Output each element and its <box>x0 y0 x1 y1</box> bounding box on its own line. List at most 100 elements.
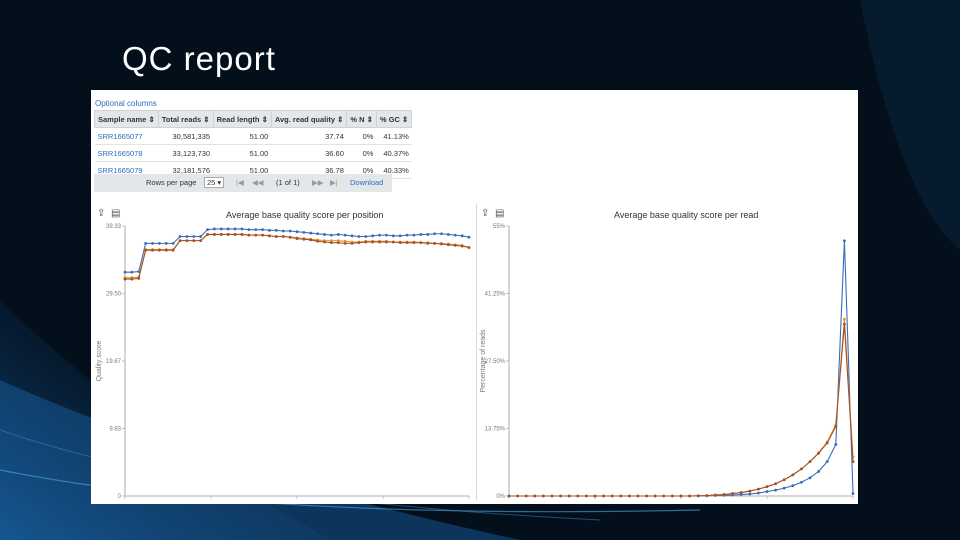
cell-percent-n: 0% <box>346 127 377 145</box>
series-line <box>509 240 854 497</box>
data-point <box>834 424 838 428</box>
data-point <box>731 492 734 495</box>
data-point <box>576 494 580 498</box>
data-point <box>460 234 464 238</box>
series-line <box>125 233 470 280</box>
data-point <box>323 233 326 236</box>
table-header-row: Sample name ⇕ Total reads ⇕ Read length … <box>94 110 413 128</box>
data-icon[interactable]: ▤ <box>111 208 120 219</box>
data-point <box>330 233 333 237</box>
data-point <box>817 470 820 473</box>
data-point <box>357 241 361 245</box>
y-tick-label: 41.25% <box>485 292 506 298</box>
y-tick-label: 9.83 <box>109 427 121 433</box>
data-point <box>336 241 340 245</box>
data-point <box>419 233 423 236</box>
chart-title-per-position: Average base quality score per position <box>226 210 384 220</box>
data-point <box>295 237 299 240</box>
data-point <box>137 276 141 280</box>
data-point <box>524 494 528 498</box>
prev-page-button[interactable]: ◀◀ <box>252 178 264 187</box>
data-point <box>343 241 347 245</box>
data-point <box>817 451 820 455</box>
download-link[interactable]: Download <box>350 178 383 187</box>
data-point <box>309 231 313 235</box>
y-tick-label: 13.75% <box>485 427 506 433</box>
data-point <box>144 241 148 245</box>
data-point <box>343 233 347 237</box>
data-point <box>123 277 127 281</box>
data-point <box>662 494 666 498</box>
first-page-button[interactable]: |◀ <box>236 178 244 187</box>
data-point <box>281 235 285 238</box>
data-point <box>412 233 416 237</box>
data-point <box>653 494 657 498</box>
col-percent-n[interactable]: % N ⇕ <box>346 110 377 128</box>
data-point <box>130 270 134 274</box>
export-icon[interactable]: ⇪ <box>97 208 105 219</box>
data-point <box>739 491 743 494</box>
next-page-button[interactable]: ▶▶ <box>312 178 324 187</box>
cell-percent-gc: 41.13% <box>376 127 412 145</box>
data-point <box>516 494 519 498</box>
data-point <box>206 228 209 232</box>
data-point <box>791 473 795 477</box>
data-point <box>391 240 395 244</box>
samples-table: Sample name ⇕ Total reads ⇕ Read length … <box>94 110 413 179</box>
data-point <box>261 228 264 232</box>
data-point <box>774 482 777 486</box>
data-point <box>679 494 683 498</box>
data-point <box>350 234 354 238</box>
cell-sample[interactable]: SRR1665078 <box>94 144 159 162</box>
data-point <box>391 234 395 238</box>
data-point <box>171 248 175 252</box>
data-point <box>446 233 450 236</box>
data-point <box>288 235 292 239</box>
data-point <box>405 241 409 245</box>
data-point <box>268 228 271 232</box>
data-point <box>550 494 554 498</box>
quality-per-read-chart: 0% 13.75% 27.50% 41.25% 55% Percentage of rea… <box>480 224 855 500</box>
export-icon[interactable]: ⇪ <box>481 208 489 219</box>
optional-columns-link[interactable]: Optional columns <box>95 99 157 108</box>
data-point <box>247 233 251 237</box>
data-point <box>440 232 443 236</box>
chart-title-per-read: Average base quality score per read <box>614 210 759 220</box>
col-total-reads[interactable]: Total reads ⇕ <box>157 110 214 128</box>
data-point <box>636 494 640 498</box>
rows-per-page-label: Rows per page <box>146 178 197 187</box>
col-percent-gc[interactable]: % GC ⇕ <box>375 110 413 128</box>
data-point <box>240 233 244 236</box>
data-point <box>433 232 436 236</box>
rows-per-page-value: 25 <box>207 178 216 187</box>
data-point <box>765 485 769 489</box>
slide-title: QC report <box>122 40 276 77</box>
data-point <box>808 460 812 464</box>
data-point <box>602 494 605 498</box>
cell-percent-n: 0% <box>346 144 377 162</box>
data-point <box>705 494 709 497</box>
cell-sample[interactable]: SRR1665077 <box>94 127 159 145</box>
last-page-button[interactable]: ▶| <box>330 178 338 187</box>
col-avg-read-quality[interactable]: Avg. read quality ⇕ <box>270 110 348 128</box>
data-point <box>645 494 648 498</box>
data-point <box>385 240 388 244</box>
data-point <box>800 467 803 471</box>
data-point <box>533 494 537 498</box>
data-point <box>274 235 278 238</box>
rows-per-page-select[interactable]: 25 ▾ <box>204 177 225 188</box>
data-point <box>151 248 154 252</box>
y-tick-label: 19.67 <box>106 359 122 365</box>
data-point <box>619 494 623 498</box>
cell-read-length: 51.00 <box>213 144 272 162</box>
data-point <box>164 241 168 245</box>
data-point <box>261 233 264 237</box>
col-sample-name[interactable]: Sample name ⇕ <box>94 110 159 128</box>
data-icon[interactable]: ▤ <box>495 208 504 219</box>
data-point <box>507 494 511 498</box>
data-point <box>330 241 333 245</box>
col-read-length[interactable]: Read length ⇕ <box>212 110 272 128</box>
data-point <box>593 494 597 498</box>
data-point <box>585 494 588 498</box>
y-tick-label: 55% <box>493 224 506 230</box>
